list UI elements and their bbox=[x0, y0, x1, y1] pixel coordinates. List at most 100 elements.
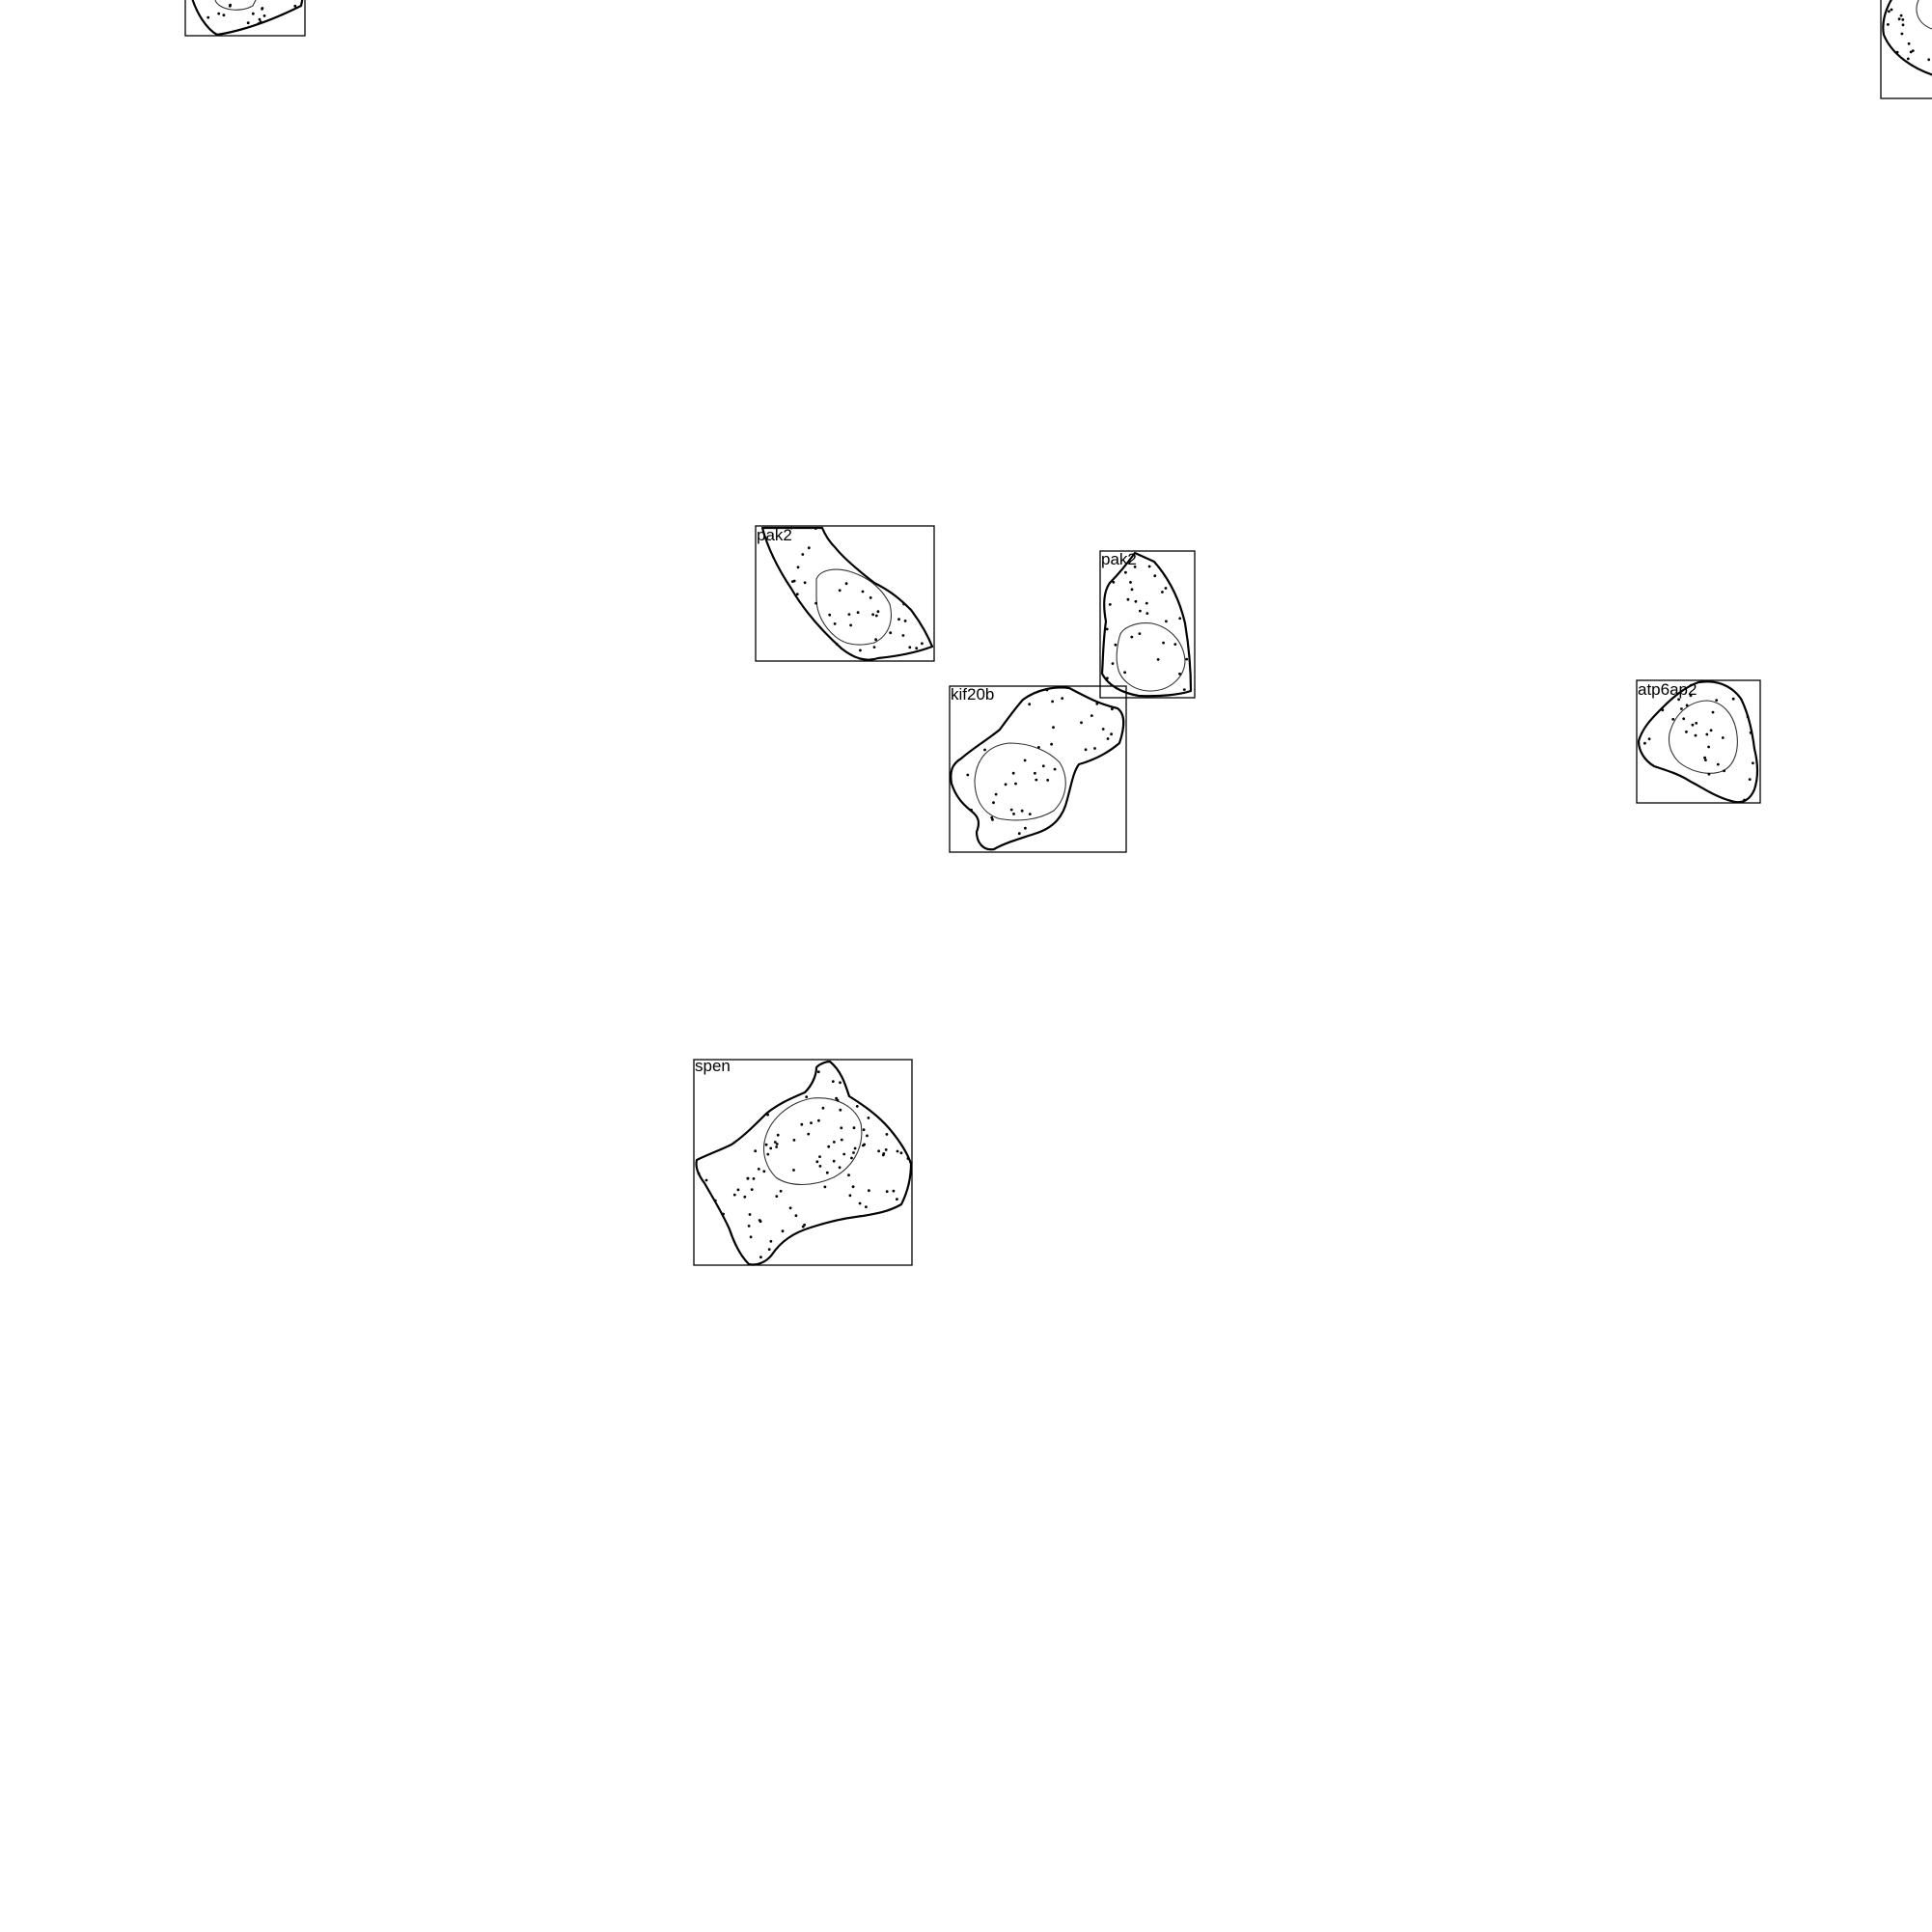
transcript-spot bbox=[847, 613, 851, 616]
transcript-spot bbox=[881, 1153, 885, 1157]
transcript-spot bbox=[899, 1151, 903, 1155]
transcript-spot bbox=[1927, 58, 1931, 62]
transcript-spot bbox=[902, 602, 905, 606]
transcript-spot bbox=[258, 17, 262, 21]
transcript-spot bbox=[228, 4, 232, 8]
transcript-spot bbox=[1907, 41, 1911, 45]
transcript-spot bbox=[1130, 635, 1134, 639]
transcript-spot bbox=[752, 1177, 756, 1180]
transcript-spot bbox=[1173, 643, 1177, 646]
transcript-spot bbox=[800, 1122, 804, 1126]
transcript-spot bbox=[842, 1152, 846, 1156]
transcript-spot bbox=[840, 1126, 843, 1130]
transcript-spot bbox=[1680, 707, 1683, 710]
cell-frame bbox=[1880, 0, 1932, 99]
transcript-spot bbox=[823, 1185, 827, 1189]
transcript-spot bbox=[892, 1189, 896, 1193]
transcript-spot bbox=[897, 618, 900, 621]
transcript-spot bbox=[847, 1173, 850, 1177]
transcript-spot bbox=[757, 1168, 760, 1171]
transcript-spot bbox=[788, 1206, 792, 1210]
transcript-spot bbox=[1647, 737, 1651, 741]
transcript-spot bbox=[921, 642, 924, 646]
transcript-spot bbox=[992, 801, 995, 805]
transcript-spot bbox=[832, 1141, 836, 1144]
transcript-spot bbox=[796, 566, 800, 569]
transcript-spot bbox=[794, 1214, 798, 1217]
transcript-spot bbox=[262, 14, 266, 17]
transcript-spot bbox=[849, 623, 852, 627]
transcript-spot bbox=[1147, 565, 1151, 568]
transcript-spot bbox=[1133, 566, 1137, 568]
transcript-spot bbox=[1061, 697, 1064, 700]
transcript-spot bbox=[1138, 632, 1142, 635]
transcript-spot bbox=[762, 1170, 766, 1173]
cell-membrane bbox=[760, 526, 934, 661]
transcript-spot bbox=[1695, 722, 1698, 725]
transcript-spot bbox=[1731, 697, 1735, 701]
transcript-spot bbox=[1028, 813, 1032, 815]
transcript-spot bbox=[1689, 694, 1693, 698]
transcript-spot bbox=[1890, 8, 1893, 12]
transcript-spot bbox=[871, 613, 874, 617]
transcript-spot bbox=[901, 634, 905, 637]
transcript-spot bbox=[1004, 783, 1007, 787]
cell-label: pak2 bbox=[1101, 550, 1137, 568]
transcript-spot bbox=[1023, 759, 1027, 762]
transcript-spot bbox=[795, 593, 799, 596]
transcript-spot bbox=[983, 748, 986, 752]
transcript-spot bbox=[1106, 737, 1110, 740]
transcript-spot bbox=[775, 1145, 778, 1148]
transcript-spot bbox=[1017, 832, 1021, 836]
transcript-spot bbox=[1045, 688, 1049, 692]
transcript-spot bbox=[807, 1132, 811, 1136]
transcript-spot bbox=[257, 22, 261, 25]
transcript-spot bbox=[1041, 764, 1045, 768]
transcript-spot bbox=[868, 1189, 870, 1193]
transcript-spot bbox=[1707, 772, 1711, 776]
cell-panel: pak2 bbox=[1099, 550, 1196, 699]
cell-nucleus bbox=[1668, 700, 1738, 774]
transcript-spot bbox=[818, 1155, 821, 1158]
spot-group bbox=[1105, 565, 1189, 691]
transcript-spot bbox=[789, 526, 793, 530]
transcript-spot bbox=[1156, 658, 1160, 661]
cell-nucleus bbox=[1916, 0, 1932, 30]
transcript-spot bbox=[1185, 657, 1189, 661]
transcript-spot bbox=[865, 1205, 868, 1208]
transcript-spot bbox=[817, 1118, 820, 1122]
transcript-spot bbox=[781, 1229, 785, 1233]
transcript-spot bbox=[697, 1172, 701, 1175]
transcript-spot bbox=[805, 1095, 809, 1098]
transcript-spot bbox=[759, 1256, 762, 1259]
transcript-spot bbox=[775, 1195, 779, 1198]
transcript-spot bbox=[1134, 599, 1138, 603]
transcript-spot bbox=[1677, 698, 1680, 702]
transcript-spot bbox=[1715, 699, 1719, 702]
transcript-spot bbox=[766, 1113, 769, 1117]
transcript-spot bbox=[1080, 721, 1083, 725]
transcript-spot bbox=[1182, 688, 1186, 691]
transcript-spot bbox=[832, 1159, 836, 1163]
transcript-spot bbox=[1752, 761, 1754, 765]
transcript-spot bbox=[1897, 17, 1901, 21]
transcript-spot bbox=[828, 613, 832, 617]
transcript-spot bbox=[748, 1213, 752, 1216]
transcript-spot bbox=[1106, 676, 1109, 680]
transcript-spot bbox=[867, 1117, 870, 1119]
cell-nucleus bbox=[1116, 622, 1186, 692]
transcript-spot bbox=[821, 1106, 825, 1110]
transcript-spot bbox=[259, 20, 262, 24]
transcript-spot bbox=[1139, 609, 1142, 613]
transcript-spot bbox=[839, 1081, 842, 1085]
transcript-spot bbox=[791, 580, 794, 583]
transcript-spot bbox=[1014, 782, 1017, 786]
transcript-spot bbox=[874, 638, 877, 642]
transcript-spot bbox=[844, 582, 848, 586]
transcript-spot bbox=[852, 1151, 855, 1154]
transcript-spot bbox=[885, 1190, 889, 1193]
transcript-spot bbox=[1746, 715, 1750, 719]
transcript-spot bbox=[855, 1105, 859, 1108]
transcript-spot bbox=[1709, 729, 1713, 732]
cell-frame bbox=[184, 0, 306, 37]
